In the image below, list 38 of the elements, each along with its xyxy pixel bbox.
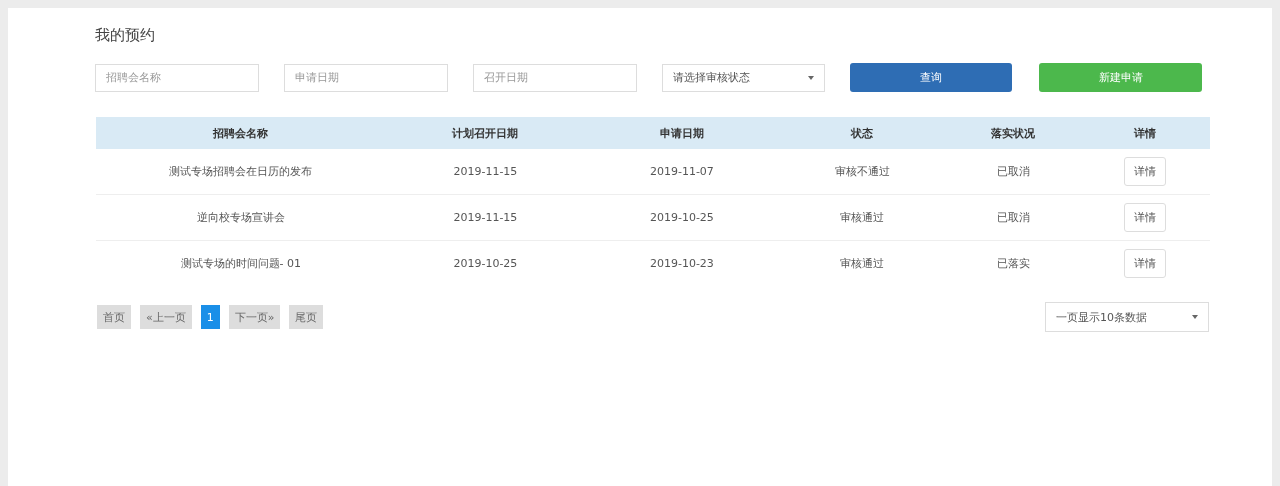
table-cell: 2019-11-15	[453, 165, 518, 178]
table-cell: 已落实	[996, 257, 1030, 270]
page-button[interactable]: 1	[200, 305, 220, 329]
page-button[interactable]: 尾页	[289, 305, 324, 329]
page-button[interactable]: «上一页	[140, 305, 192, 329]
name-field[interactable]: 招聘会名称	[95, 63, 259, 92]
page-title: 我的预约	[95, 26, 156, 45]
detail-button[interactable]: 详情	[1124, 203, 1167, 232]
table-cell: 测试专场招聘会在日历的发布	[169, 165, 313, 178]
caret-icon	[1192, 315, 1198, 319]
column-header: 招聘会名称	[213, 126, 269, 140]
table-cell: 审核不通过	[834, 165, 890, 178]
column-header: 状态	[851, 126, 874, 140]
search-button[interactable]: 查询	[849, 63, 1013, 92]
caret-icon	[807, 75, 814, 80]
detail-button[interactable]: 详情	[1124, 249, 1167, 278]
apply-date-field[interactable]: 申请日期	[284, 63, 448, 92]
detail-button[interactable]: 详情	[1124, 157, 1167, 186]
table-cell: 2019-11-07	[649, 165, 714, 178]
table-cell: 审核通过	[840, 211, 885, 224]
table-cell: 2019-10-23	[649, 257, 714, 270]
table-cell: 审核通过	[840, 257, 885, 270]
table-cell: 2019-10-25	[453, 257, 518, 270]
page-button[interactable]: 下一页»	[228, 305, 281, 329]
open-date-field[interactable]: 召开日期	[473, 63, 637, 92]
page-size-select[interactable]: 一页显示10条数据	[1045, 302, 1209, 332]
table-cell: 逆向校专场宣讲会	[196, 211, 285, 224]
table-cell: 测试专场的时间问题- 01	[180, 257, 302, 270]
column-header: 落实状况	[991, 126, 1036, 140]
table-cell: 已取消	[996, 211, 1030, 224]
status-select[interactable]: 请选择审核状态	[662, 63, 825, 92]
column-header: 计划召开日期	[452, 126, 519, 140]
table-cell: 已取消	[996, 165, 1030, 178]
column-header: 详情	[1134, 126, 1157, 140]
column-header: 申请日期	[659, 126, 704, 140]
table-cell: 2019-10-25	[649, 211, 714, 224]
table-cell: 2019-11-15	[453, 211, 518, 224]
page-button[interactable]: 首页	[97, 305, 131, 329]
